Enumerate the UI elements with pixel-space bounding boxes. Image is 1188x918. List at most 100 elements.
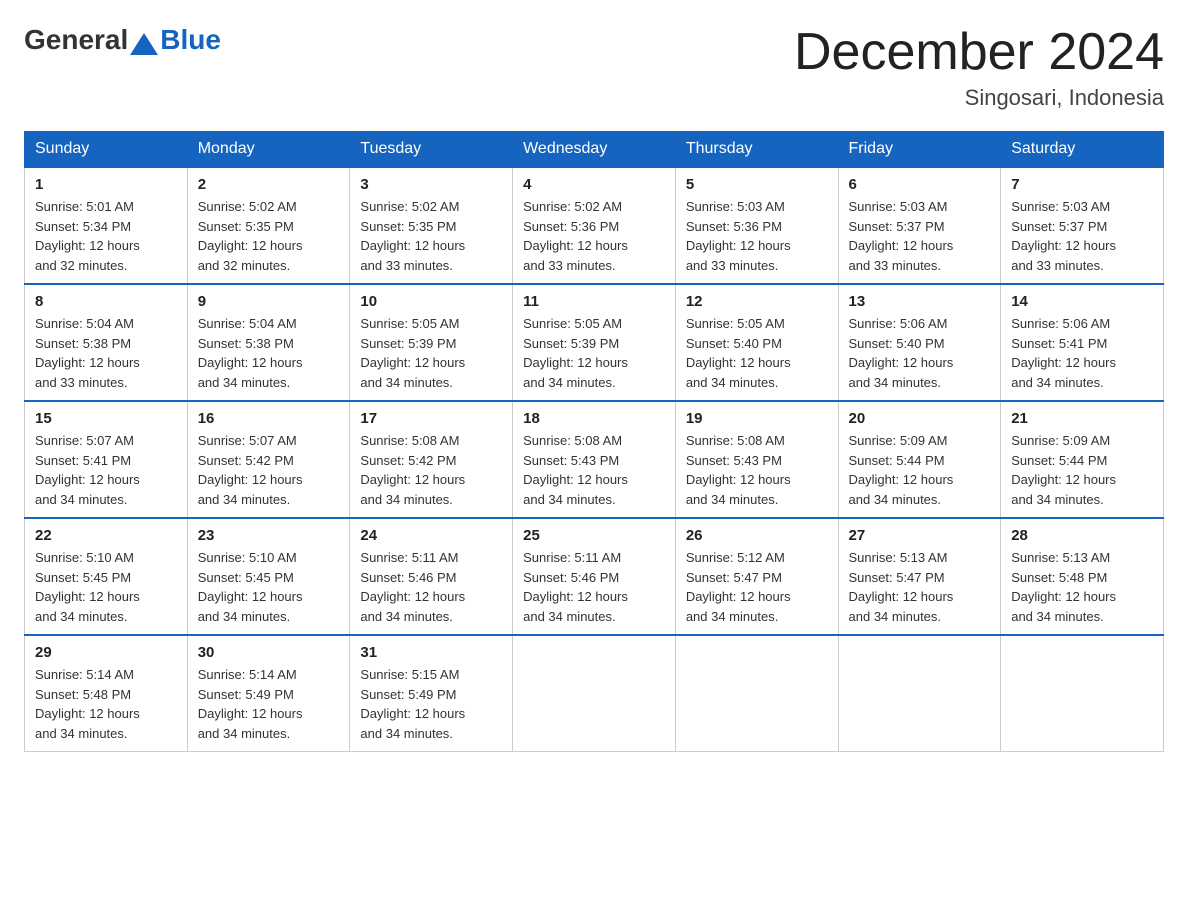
day-header-saturday: Saturday — [1001, 132, 1164, 168]
day-info: Sunrise: 5:05 AMSunset: 5:40 PMDaylight:… — [686, 314, 828, 392]
day-number: 8 — [35, 293, 177, 310]
day-number: 18 — [523, 410, 665, 427]
day-number: 9 — [198, 293, 340, 310]
day-number: 27 — [849, 527, 991, 544]
calendar-subtitle: Singosari, Indonesia — [794, 85, 1164, 111]
day-info: Sunrise: 5:09 AMSunset: 5:44 PMDaylight:… — [849, 431, 991, 509]
calendar-cell: 27 Sunrise: 5:13 AMSunset: 5:47 PMDayligh… — [838, 518, 1001, 635]
day-header-sunday: Sunday — [25, 132, 188, 168]
day-number: 21 — [1011, 410, 1153, 427]
calendar-cell: 18 Sunrise: 5:08 AMSunset: 5:43 PMDayligh… — [513, 401, 676, 518]
day-info: Sunrise: 5:11 AMSunset: 5:46 PMDaylight:… — [360, 548, 502, 626]
logo-blue-text: Blue — [160, 24, 221, 56]
day-number: 17 — [360, 410, 502, 427]
day-info: Sunrise: 5:08 AMSunset: 5:43 PMDaylight:… — [523, 431, 665, 509]
day-info: Sunrise: 5:14 AMSunset: 5:48 PMDaylight:… — [35, 665, 177, 743]
day-number: 12 — [686, 293, 828, 310]
day-info: Sunrise: 5:15 AMSunset: 5:49 PMDaylight:… — [360, 665, 502, 743]
day-number: 28 — [1011, 527, 1153, 544]
calendar-cell: 17 Sunrise: 5:08 AMSunset: 5:42 PMDayligh… — [350, 401, 513, 518]
day-number: 4 — [523, 176, 665, 193]
calendar-cell: 1Sunrise: 5:01 AMSunset: 5:34 PMDaylight… — [25, 167, 188, 284]
calendar-cell: 24 Sunrise: 5:11 AMSunset: 5:46 PMDayligh… — [350, 518, 513, 635]
day-info: Sunrise: 5:01 AMSunset: 5:34 PMDaylight:… — [35, 197, 177, 275]
day-header-wednesday: Wednesday — [513, 132, 676, 168]
day-number: 7 — [1011, 176, 1153, 193]
logo: General Blue — [24, 24, 221, 56]
day-info: Sunrise: 5:09 AMSunset: 5:44 PMDaylight:… — [1011, 431, 1153, 509]
calendar-cell: 7Sunrise: 5:03 AMSunset: 5:37 PMDaylight… — [1001, 167, 1164, 284]
calendar-cell: 4 Sunrise: 5:02 AMSunset: 5:36 PMDaylight… — [513, 167, 676, 284]
day-info: Sunrise: 5:10 AMSunset: 5:45 PMDaylight:… — [35, 548, 177, 626]
title-block: December 2024 Singosari, Indonesia — [794, 24, 1164, 111]
day-info: Sunrise: 5:10 AMSunset: 5:45 PMDaylight:… — [198, 548, 340, 626]
day-info: Sunrise: 5:02 AMSunset: 5:35 PMDaylight:… — [198, 197, 340, 275]
week-row-2: 8 Sunrise: 5:04 AMSunset: 5:38 PMDaylight… — [25, 284, 1164, 401]
day-number: 2 — [198, 176, 340, 193]
calendar-cell: 15Sunrise: 5:07 AMSunset: 5:41 PMDayligh… — [25, 401, 188, 518]
day-number: 23 — [198, 527, 340, 544]
day-info: Sunrise: 5:14 AMSunset: 5:49 PMDaylight:… — [198, 665, 340, 743]
page-header: General Blue December 2024 Singosari, In… — [24, 24, 1164, 111]
calendar-cell: 14 Sunrise: 5:06 AMSunset: 5:41 PMDayligh… — [1001, 284, 1164, 401]
calendar-cell: 13 Sunrise: 5:06 AMSunset: 5:40 PMDayligh… — [838, 284, 1001, 401]
day-info: Sunrise: 5:08 AMSunset: 5:43 PMDaylight:… — [686, 431, 828, 509]
calendar-cell: 30 Sunrise: 5:14 AMSunset: 5:49 PMDayligh… — [187, 635, 350, 752]
day-number: 3 — [360, 176, 502, 193]
day-info: Sunrise: 5:02 AMSunset: 5:35 PMDaylight:… — [360, 197, 502, 275]
day-number: 30 — [198, 644, 340, 661]
day-info: Sunrise: 5:13 AMSunset: 5:48 PMDaylight:… — [1011, 548, 1153, 626]
day-number: 26 — [686, 527, 828, 544]
calendar-cell: 26 Sunrise: 5:12 AMSunset: 5:47 PMDayligh… — [675, 518, 838, 635]
day-headers-row: SundayMondayTuesdayWednesdayThursdayFrid… — [25, 132, 1164, 168]
day-info: Sunrise: 5:05 AMSunset: 5:39 PMDaylight:… — [360, 314, 502, 392]
calendar-cell: 5Sunrise: 5:03 AMSunset: 5:36 PMDaylight… — [675, 167, 838, 284]
calendar-cell: 28 Sunrise: 5:13 AMSunset: 5:48 PMDayligh… — [1001, 518, 1164, 635]
day-number: 25 — [523, 527, 665, 544]
day-info: Sunrise: 5:02 AMSunset: 5:36 PMDaylight:… — [523, 197, 665, 275]
calendar-cell: 16Sunrise: 5:07 AMSunset: 5:42 PMDayligh… — [187, 401, 350, 518]
day-info: Sunrise: 5:11 AMSunset: 5:46 PMDaylight:… — [523, 548, 665, 626]
day-info: Sunrise: 5:04 AMSunset: 5:38 PMDaylight:… — [35, 314, 177, 392]
calendar-cell — [513, 635, 676, 752]
calendar-cell: 29 Sunrise: 5:14 AMSunset: 5:48 PMDayligh… — [25, 635, 188, 752]
day-info: Sunrise: 5:13 AMSunset: 5:47 PMDaylight:… — [849, 548, 991, 626]
week-row-5: 29 Sunrise: 5:14 AMSunset: 5:48 PMDayligh… — [25, 635, 1164, 752]
day-info: Sunrise: 5:08 AMSunset: 5:42 PMDaylight:… — [360, 431, 502, 509]
calendar-cell: 21 Sunrise: 5:09 AMSunset: 5:44 PMDayligh… — [1001, 401, 1164, 518]
calendar-cell — [838, 635, 1001, 752]
day-info: Sunrise: 5:12 AMSunset: 5:47 PMDaylight:… — [686, 548, 828, 626]
day-info: Sunrise: 5:05 AMSunset: 5:39 PMDaylight:… — [523, 314, 665, 392]
day-info: Sunrise: 5:06 AMSunset: 5:41 PMDaylight:… — [1011, 314, 1153, 392]
day-number: 6 — [849, 176, 991, 193]
day-info: Sunrise: 5:04 AMSunset: 5:38 PMDaylight:… — [198, 314, 340, 392]
calendar-cell: 2 Sunrise: 5:02 AMSunset: 5:35 PMDaylight… — [187, 167, 350, 284]
day-header-thursday: Thursday — [675, 132, 838, 168]
day-info: Sunrise: 5:07 AMSunset: 5:42 PMDaylight:… — [198, 431, 340, 509]
week-row-3: 15Sunrise: 5:07 AMSunset: 5:41 PMDayligh… — [25, 401, 1164, 518]
calendar-cell: 11 Sunrise: 5:05 AMSunset: 5:39 PMDayligh… — [513, 284, 676, 401]
day-number: 15 — [35, 410, 177, 427]
day-number: 11 — [523, 293, 665, 310]
calendar-cell: 10Sunrise: 5:05 AMSunset: 5:39 PMDayligh… — [350, 284, 513, 401]
day-number: 29 — [35, 644, 177, 661]
week-row-4: 22 Sunrise: 5:10 AMSunset: 5:45 PMDayligh… — [25, 518, 1164, 635]
day-header-monday: Monday — [187, 132, 350, 168]
day-header-friday: Friday — [838, 132, 1001, 168]
calendar-cell — [1001, 635, 1164, 752]
day-info: Sunrise: 5:06 AMSunset: 5:40 PMDaylight:… — [849, 314, 991, 392]
day-number: 14 — [1011, 293, 1153, 310]
day-number: 24 — [360, 527, 502, 544]
calendar-cell: 22 Sunrise: 5:10 AMSunset: 5:45 PMDayligh… — [25, 518, 188, 635]
day-number: 22 — [35, 527, 177, 544]
logo-general-text: General — [24, 24, 128, 56]
calendar-cell: 9 Sunrise: 5:04 AMSunset: 5:38 PMDaylight… — [187, 284, 350, 401]
day-number: 13 — [849, 293, 991, 310]
calendar-cell: 6Sunrise: 5:03 AMSunset: 5:37 PMDaylight… — [838, 167, 1001, 284]
calendar-cell: 19Sunrise: 5:08 AMSunset: 5:43 PMDayligh… — [675, 401, 838, 518]
calendar-title: December 2024 — [794, 24, 1164, 81]
calendar-table: SundayMondayTuesdayWednesdayThursdayFrid… — [24, 131, 1164, 752]
calendar-cell: 8 Sunrise: 5:04 AMSunset: 5:38 PMDaylight… — [25, 284, 188, 401]
calendar-cell: 25 Sunrise: 5:11 AMSunset: 5:46 PMDayligh… — [513, 518, 676, 635]
calendar-cell: 3 Sunrise: 5:02 AMSunset: 5:35 PMDaylight… — [350, 167, 513, 284]
